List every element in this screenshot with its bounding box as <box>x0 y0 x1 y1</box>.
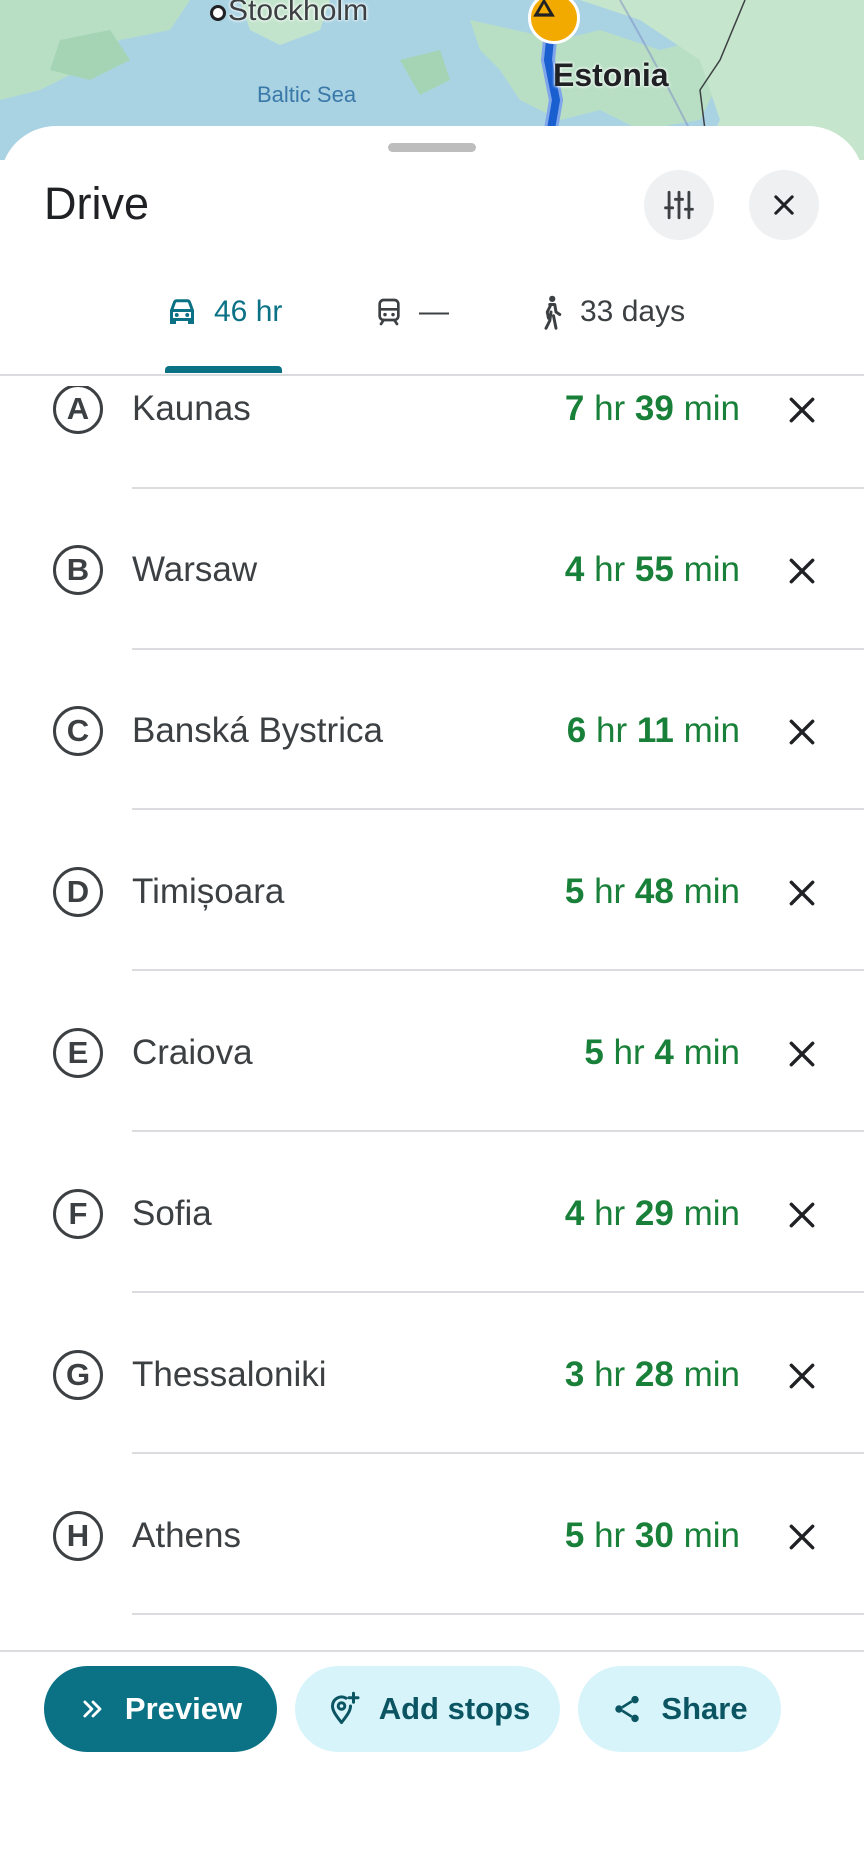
row-divider <box>132 1291 864 1293</box>
close-icon <box>789 1524 815 1550</box>
route-options-button[interactable] <box>644 170 714 240</box>
add-stops-button[interactable]: Add stops <box>295 1666 560 1752</box>
stop-marker: H <box>53 1511 103 1561</box>
stop-duration: 4 hr 55 min <box>564 550 740 589</box>
list-item[interactable]: A Kaunas 7 hr 39 min <box>0 386 864 547</box>
row-divider <box>132 1452 864 1454</box>
stop-duration: 5 hr 30 min <box>564 1516 740 1555</box>
list-item[interactable]: H Athens 5 hr 30 min <box>0 1511 864 1660</box>
close-icon <box>789 1363 815 1389</box>
double-chevron-right-icon <box>83 1700 102 1718</box>
sliders-icon <box>664 190 694 220</box>
car-icon <box>170 299 194 324</box>
row-divider <box>132 969 864 971</box>
stop-duration: 7 hr 39 min <box>564 389 740 428</box>
drag-handle[interactable] <box>388 143 476 152</box>
remove-stop-button[interactable] <box>780 1193 824 1237</box>
stop-duration: 5 hr 48 min <box>564 872 740 911</box>
map-city-label[interactable]: Stockholm <box>228 0 368 28</box>
add-stops-label: Add stops <box>378 1691 531 1726</box>
remove-stop-button[interactable] <box>780 710 824 754</box>
sheet-title: Drive <box>44 178 150 229</box>
close-icon <box>789 397 815 423</box>
close-icon <box>789 1041 815 1067</box>
remove-stop-button[interactable] <box>780 1032 824 1076</box>
tabs-divider <box>0 374 864 376</box>
stop-duration: 4 hr 29 min <box>564 1194 740 1233</box>
stop-name[interactable]: Craiova <box>132 1030 253 1076</box>
stop-marker: E <box>53 1028 103 1078</box>
stops-list[interactable]: A Kaunas 7 hr 39 min B Warsaw 4 hr 55 mi… <box>0 386 864 1660</box>
stop-name[interactable]: Warsaw <box>132 547 257 593</box>
tab-transit-label: — <box>419 295 449 328</box>
row-divider <box>132 648 864 650</box>
stop-name[interactable]: Thessaloniki <box>132 1352 327 1398</box>
stop-marker: D <box>53 867 103 917</box>
preview-button[interactable]: Preview <box>44 1666 277 1752</box>
close-icon <box>789 880 815 906</box>
remove-stop-button[interactable] <box>780 871 824 915</box>
city-marker-icon <box>210 5 226 21</box>
map-sea-label: Baltic Sea <box>257 82 357 107</box>
close-icon <box>789 558 815 584</box>
row-divider <box>132 808 864 810</box>
stop-marker: A <box>53 386 103 434</box>
tab-drive[interactable]: 46 hr <box>164 284 282 340</box>
close-icon <box>774 195 794 215</box>
list-item[interactable]: F Sofia 4 hr 29 min <box>0 1189 864 1352</box>
stop-marker: B <box>53 545 103 595</box>
share-label: Share <box>661 1691 748 1726</box>
stop-marker: F <box>53 1189 103 1239</box>
stop-marker: G <box>53 1350 103 1400</box>
stop-duration: 6 hr 11 min <box>566 711 740 750</box>
stop-name[interactable]: Athens <box>132 1513 241 1559</box>
preview-label: Preview <box>124 1691 243 1726</box>
close-button[interactable] <box>749 170 819 240</box>
stop-name[interactable]: Banská Bystrica <box>132 708 383 754</box>
map-country-label[interactable]: Estonia <box>553 57 669 94</box>
list-item[interactable]: C Banská Bystrica 6 hr 11 min <box>0 706 864 869</box>
share-button[interactable]: Share <box>578 1666 781 1752</box>
row-divider <box>132 1613 864 1615</box>
list-item[interactable]: E Craiova 5 hr 4 min <box>0 1028 864 1191</box>
tab-drive-label: 46 hr <box>214 295 283 328</box>
stop-duration: 5 hr 4 min <box>584 1033 740 1072</box>
remove-stop-button[interactable] <box>780 549 824 593</box>
tab-transit[interactable]: — <box>373 284 449 340</box>
stop-duration: 3 hr 28 min <box>564 1355 740 1394</box>
share-icon <box>615 1695 640 1723</box>
tab-walk[interactable]: 33 days <box>536 284 685 340</box>
train-icon <box>378 298 400 326</box>
close-icon <box>789 719 815 745</box>
stop-marker: C <box>53 706 103 756</box>
list-item[interactable]: B Warsaw 4 hr 55 min <box>0 545 864 708</box>
remove-stop-button[interactable] <box>780 1354 824 1398</box>
stop-name[interactable]: Sofia <box>132 1191 212 1237</box>
remove-stop-button[interactable] <box>780 1515 824 1559</box>
action-bar-divider <box>0 1650 864 1652</box>
remove-stop-button[interactable] <box>780 388 824 432</box>
tab-walk-label: 33 days <box>580 295 686 328</box>
tab-selected-indicator <box>165 366 282 373</box>
row-divider <box>132 487 864 489</box>
add-location-icon <box>330 1691 360 1724</box>
list-item[interactable]: D Timișoara 5 hr 48 min <box>0 867 864 1030</box>
walking-icon <box>544 295 562 330</box>
list-item[interactable]: G Thessaloniki 3 hr 28 min <box>0 1350 864 1513</box>
stop-name[interactable]: Kaunas <box>132 386 251 432</box>
row-divider <box>132 1130 864 1132</box>
close-icon <box>789 1202 815 1228</box>
stop-name[interactable]: Timișoara <box>132 869 284 915</box>
